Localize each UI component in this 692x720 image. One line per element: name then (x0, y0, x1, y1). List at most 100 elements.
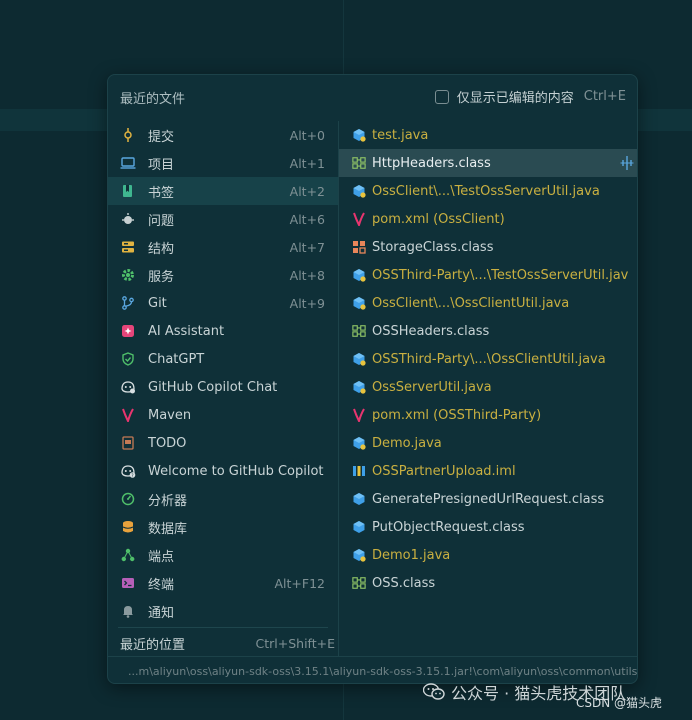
java-file-icon (352, 128, 366, 142)
java-file-icon (352, 548, 366, 562)
recent-file-name: OSSThird-Party\...\OssClientUtil.java (372, 351, 606, 367)
structure-icon (120, 239, 136, 255)
recent-file-name: Demo.java (372, 435, 442, 451)
tool-window-label: AI Assistant (148, 323, 225, 339)
recent-file-item[interactable]: OSS.class (339, 569, 637, 597)
notification-bell-icon (120, 603, 136, 619)
recent-file-name: HttpHeaders.class (372, 155, 491, 171)
tool-window-item[interactable]: 通知 (108, 597, 338, 625)
tool-window-label: Maven (148, 407, 192, 423)
commit-icon (120, 127, 136, 143)
edited-only-filter[interactable]: 仅显示已编辑的内容 Ctrl+E (434, 87, 626, 106)
recent-locations-item[interactable]: 最近的位置 Ctrl+Shift+E (120, 631, 336, 655)
recent-file-name: OSS.class (372, 575, 436, 591)
recent-file-item[interactable]: Demo.java (339, 429, 637, 457)
left-separator (118, 627, 328, 628)
recent-file-item[interactable]: OssServerUtil.java (339, 373, 637, 401)
tool-window-item[interactable]: Git Alt+9 (108, 289, 338, 317)
csdn-credit: CSDN @猫头虎 (576, 696, 663, 710)
tool-window-shortcut: Alt+6 (289, 211, 325, 227)
recent-file-item[interactable]: OSSThird-Party\...\TestOssServerUtil.jav (339, 261, 637, 289)
tool-window-label: 端点 (148, 549, 175, 565)
recent-file-item[interactable]: StorageClass.class (339, 233, 637, 261)
recent-file-item[interactable]: OSSPartnerUpload.iml (339, 457, 637, 485)
maven-icon (120, 407, 136, 423)
tool-window-shortcut: Alt+7 (289, 239, 325, 255)
recent-files-popup: 最近的文件 仅显示已编辑的内容 Ctrl+E 提交 Alt+0 项目 Alt+1 书签 A… (107, 74, 638, 684)
recent-file-item[interactable]: OSSThird-Party\...\OssClientUtil.java (339, 345, 637, 373)
tool-window-item[interactable]: GitHub Copilot Chat (108, 373, 338, 401)
iml-file-icon (352, 464, 366, 478)
recent-file-name: OssClient\...\OssClientUtil.java (372, 295, 570, 311)
tool-window-item[interactable]: 提交 Alt+0 (108, 121, 338, 149)
tool-window-item[interactable]: Maven (108, 401, 338, 429)
tool-window-label: 分析器 (148, 493, 188, 509)
java-file-icon (352, 268, 366, 282)
tool-window-label: Welcome to GitHub Copilot (148, 463, 324, 479)
recent-file-item[interactable]: Demo1.java (339, 541, 637, 569)
recent-file-item[interactable]: pom.xml (OssClient) (339, 205, 637, 233)
recent-file-name: OSSThird-Party\...\TestOssServerUtil.jav (372, 267, 629, 283)
edited-only-checkbox[interactable] (434, 89, 449, 104)
selected-file-path: ...m\aliyun\oss\aliyun-sdk-oss\3.15.1\al… (128, 665, 638, 678)
enum-file-icon (352, 240, 366, 254)
tool-window-item[interactable]: 结构 Alt+7 (108, 233, 338, 261)
tool-window-item[interactable]: 服务 Alt+8 (108, 261, 338, 289)
tool-window-item[interactable]: TODO (108, 429, 338, 457)
git-branch-icon (120, 295, 136, 311)
tool-window-item[interactable]: ? Welcome to GitHub Copilot (108, 457, 338, 485)
recent-file-name: OSSHeaders.class (372, 323, 490, 339)
recent-file-name: OssClient\...\TestOssServerUtil.java (372, 183, 600, 199)
tool-window-shortcut: Alt+9 (289, 295, 325, 311)
chatgpt-icon (120, 351, 136, 367)
edited-only-shortcut: Ctrl+E (583, 89, 626, 104)
tool-window-shortcut: Alt+0 (289, 127, 325, 143)
classfile-file-icon (352, 492, 366, 506)
recent-file-item[interactable]: test.java (339, 121, 637, 149)
class-file-icon (352, 576, 366, 590)
popup-title: 最近的文件 (120, 92, 186, 107)
recent-file-name: OssServerUtil.java (372, 379, 492, 395)
recent-file-item[interactable]: OSSHeaders.class (339, 317, 637, 345)
tool-window-item[interactable]: 数据库 (108, 513, 338, 541)
copilot-welcome-icon: ? (120, 463, 136, 479)
recent-file-item[interactable]: PutObjectRequest.class (339, 513, 637, 541)
edited-only-label: 仅显示已编辑的内容 (456, 91, 574, 106)
tool-window-item[interactable]: 书签 Alt+2 (108, 177, 338, 205)
tool-window-label: GitHub Copilot Chat (148, 379, 278, 395)
endpoints-icon (120, 547, 136, 563)
recent-file-name: test.java (372, 127, 429, 143)
todo-icon (120, 435, 136, 451)
ai-assistant-icon (120, 323, 136, 339)
tool-window-item[interactable]: 分析器 (108, 485, 338, 513)
bookmark-icon (120, 183, 136, 199)
tool-window-label: TODO (148, 435, 187, 451)
tool-window-item[interactable]: 项目 Alt+1 (108, 149, 338, 177)
class-file-icon (352, 156, 366, 170)
database-icon (120, 519, 136, 535)
java-file-icon (352, 436, 366, 450)
wechat-icon (423, 683, 445, 700)
tool-window-item[interactable]: 终端 Alt+F12 (108, 569, 338, 597)
recent-file-name: PutObjectRequest.class (372, 519, 525, 535)
recent-file-item[interactable]: OssClient\...\OssClientUtil.java (339, 289, 637, 317)
class-file-icon (352, 324, 366, 338)
recent-file-item[interactable]: GeneratePresignedUrlRequest.class (339, 485, 637, 513)
recent-file-item[interactable]: OssClient\...\TestOssServerUtil.java (339, 177, 637, 205)
tool-window-label: 数据库 (148, 521, 188, 537)
recent-file-item[interactable]: HttpHeaders.class (339, 149, 637, 177)
maven-file-icon (352, 212, 366, 226)
tool-window-list: 提交 Alt+0 项目 Alt+1 书签 Alt+2 问题 Alt+6 结构 Alt+7 服务 Alt… (108, 121, 338, 656)
tool-window-item[interactable]: 端点 (108, 541, 338, 569)
recent-file-name: GeneratePresignedUrlRequest.class (372, 491, 605, 507)
tool-window-label: 通知 (148, 605, 175, 621)
recent-files-list: test.java HttpHeaders.class OssClient\...\… (339, 121, 637, 656)
recent-locations-shortcut: Ctrl+Shift+E (255, 635, 336, 651)
recent-file-item[interactable]: pom.xml (OSSThird-Party) (339, 401, 637, 429)
tool-window-item[interactable]: AI Assistant (108, 317, 338, 345)
tool-window-item[interactable]: ChatGPT (108, 345, 338, 373)
recent-file-name: pom.xml (OssClient) (372, 211, 505, 227)
split-view-icon[interactable] (620, 156, 634, 174)
tool-window-shortcut: Alt+1 (289, 155, 325, 171)
tool-window-item[interactable]: 问题 Alt+6 (108, 205, 338, 233)
